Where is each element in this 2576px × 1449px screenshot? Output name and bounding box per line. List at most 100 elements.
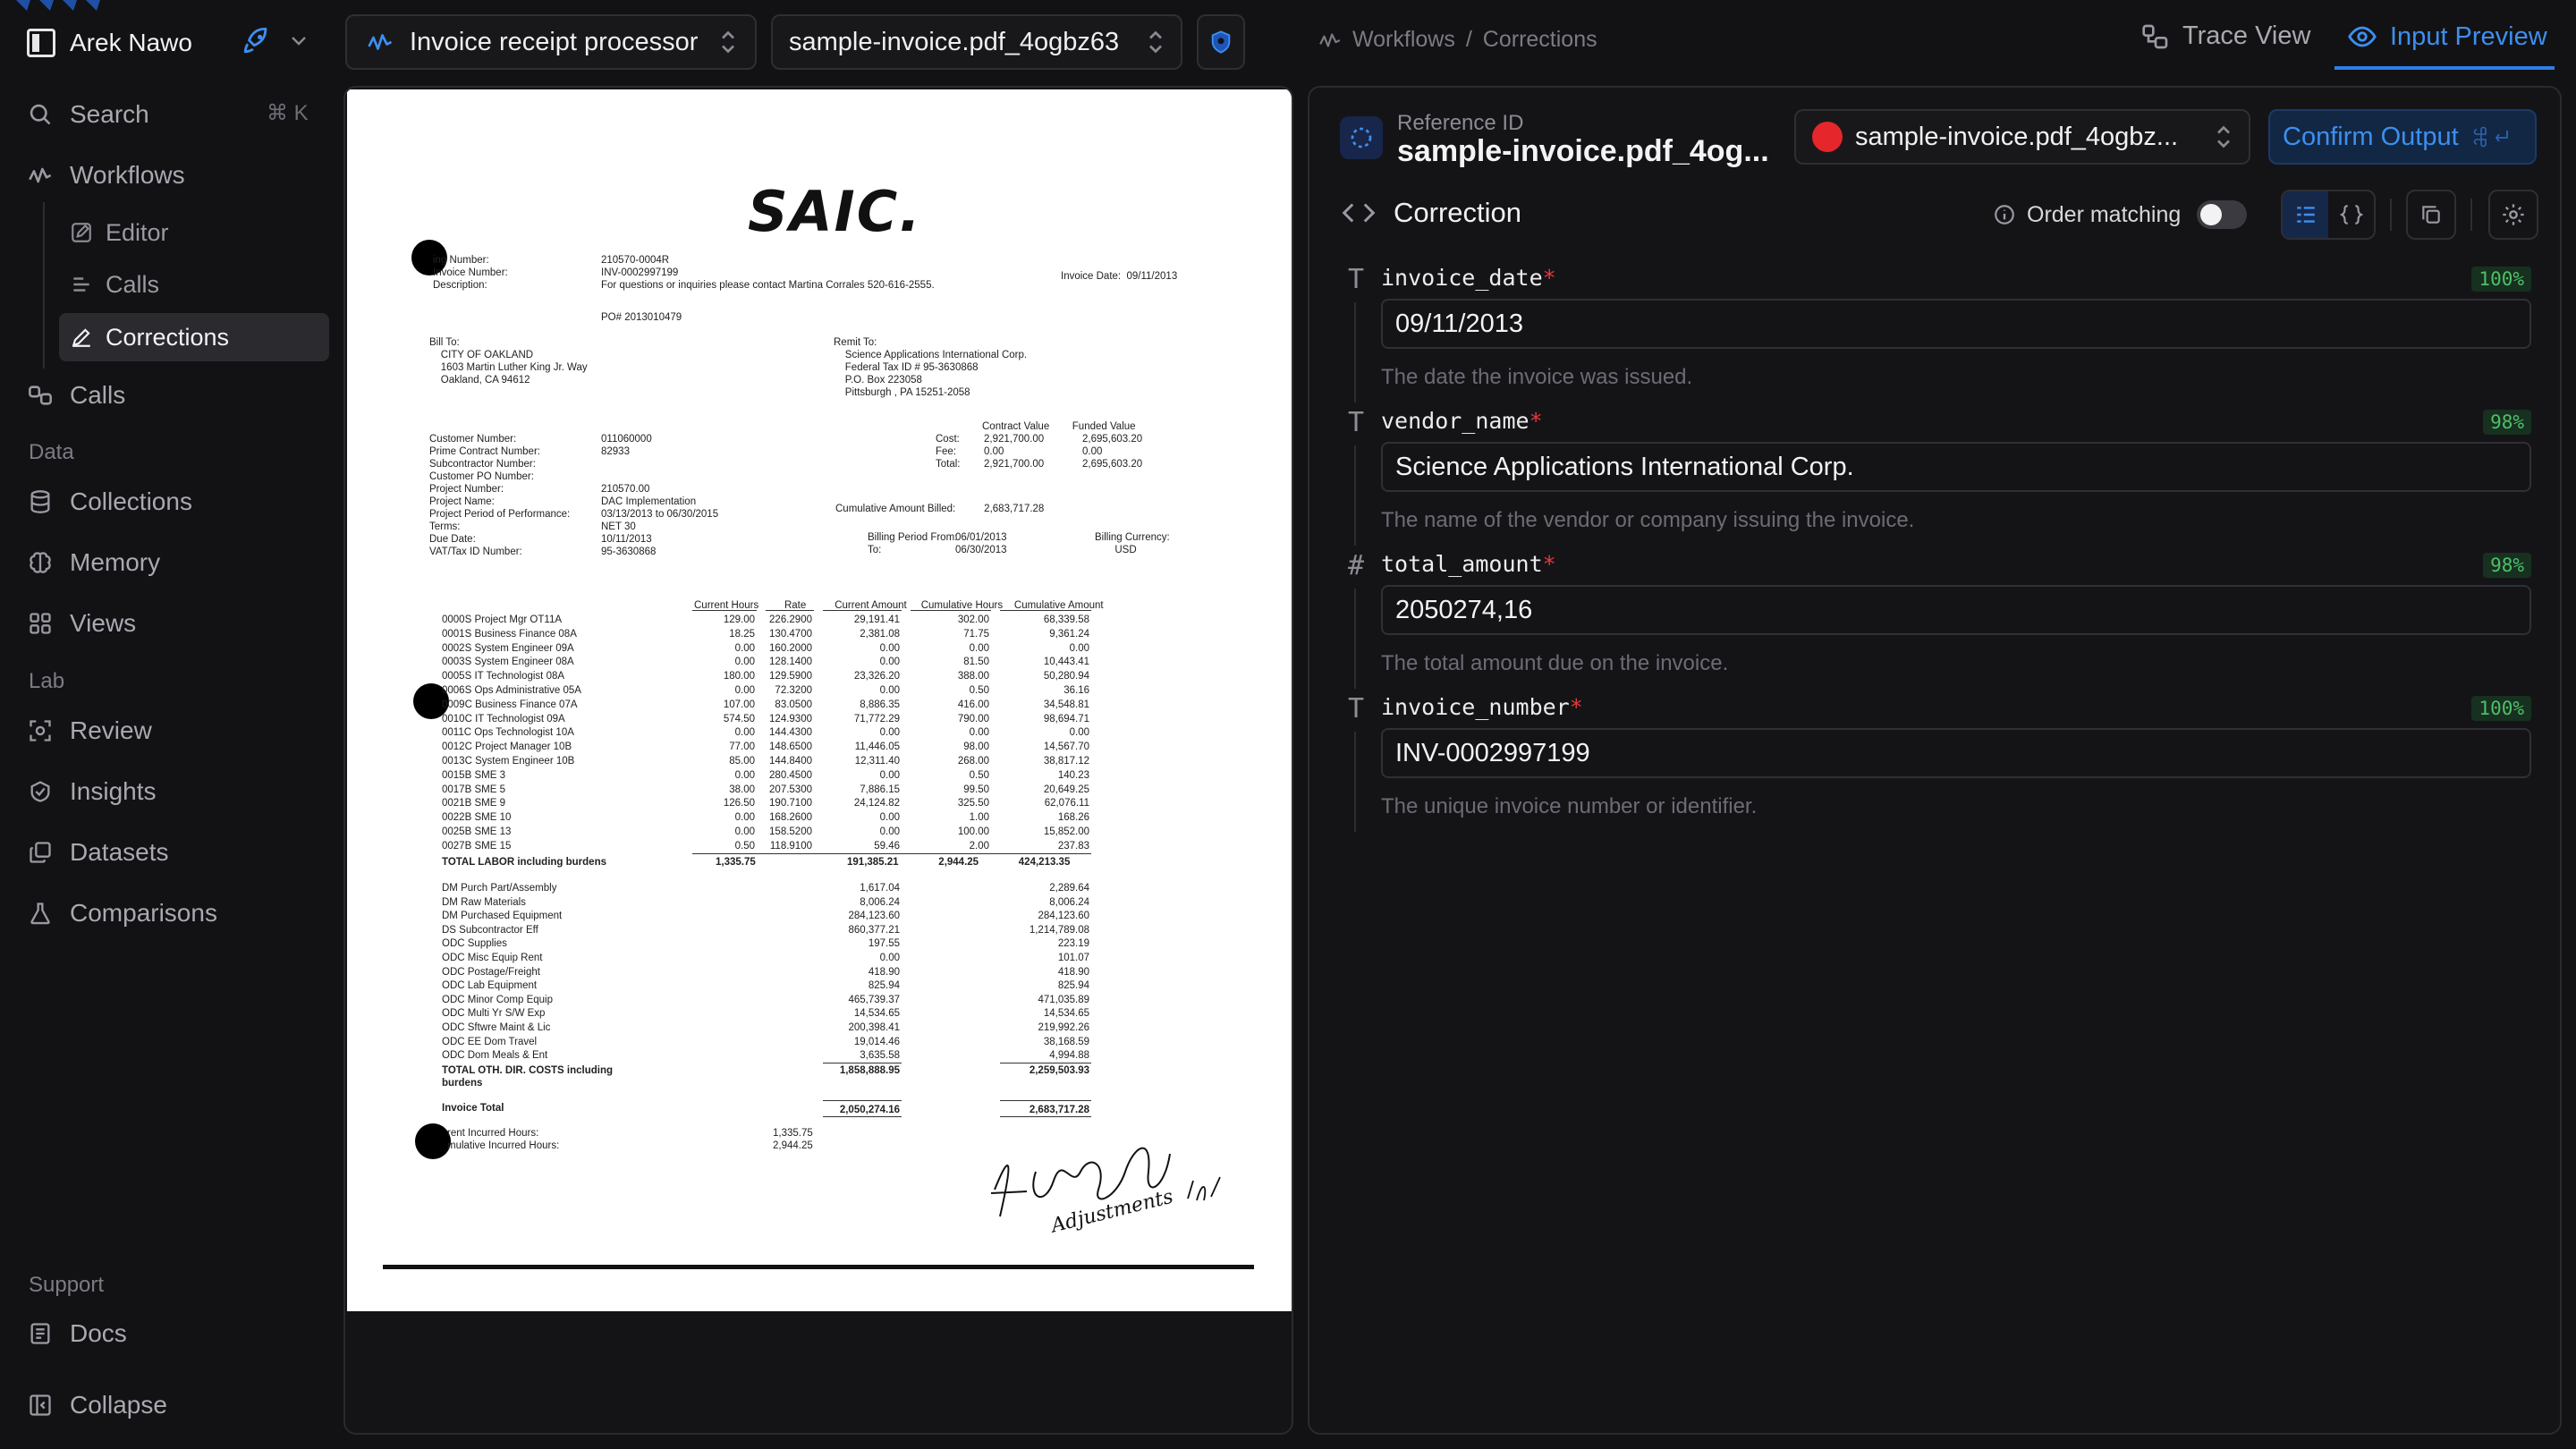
sidebar-item-docs[interactable]: Docs [27, 1314, 127, 1353]
sidebar-item-label: Corrections [106, 323, 230, 351]
tab-input-preview[interactable]: Input Preview [2347, 21, 2547, 52]
tab-trace-view[interactable]: Trace View [2141, 21, 2310, 51]
field-name: invoice_date* [1381, 265, 1556, 291]
sidebar-item-review[interactable]: Review [27, 711, 152, 750]
rocket-icon[interactable] [242, 25, 272, 55]
copy-button[interactable] [2406, 190, 2456, 240]
invoice-date-text: Invoice Date: 09/11/2013 [1061, 271, 1178, 282]
labor-rates: 226.2900 130.4700 160.2000 128.1400 129.… [769, 614, 812, 852]
contract-header: Contract Value Funded Value [982, 421, 1136, 432]
processor-select[interactable]: Invoice receipt processor [345, 14, 757, 70]
view-mode-toggle [2281, 190, 2376, 240]
sidebar-item-memory[interactable]: Memory [27, 543, 160, 582]
eye-icon [2348, 26, 2377, 47]
sidebar-item-views[interactable]: Views [27, 604, 136, 643]
trace-icon [2142, 24, 2168, 48]
correction-panel: Reference ID sample-invoice.pdf_4og... s… [1308, 86, 2562, 1435]
customer-labels: Customer Number: Prime Contract Number: … [429, 434, 571, 557]
confidence-badge: 98% [2483, 553, 2531, 578]
sidebar-item-calls[interactable]: Calls [27, 376, 125, 415]
labor-cum-amounts: 68,339.58 9,361.24 0.00 10,443.41 50,280… [1043, 614, 1089, 852]
rule [692, 853, 1091, 854]
invoice-total-label: Invoice Total [442, 1103, 504, 1114]
sidebar-item-comparisons[interactable]: Comparisons [27, 894, 217, 933]
chevron-down-icon[interactable] [288, 30, 309, 51]
remit-to-block: Remit To: Science Applications Internati… [834, 337, 1028, 398]
confidence-badge: 100% [2471, 267, 2531, 292]
field-guide-line [1354, 445, 1356, 546]
sidebar-item-datasets[interactable]: Datasets [27, 833, 169, 872]
workflow-icon [1319, 32, 1341, 47]
field-value-input[interactable]: 09/11/2013 [1381, 299, 2531, 349]
field-guide-line [1354, 589, 1356, 689]
invoice-header-labels: ing Number: Invoice Number: Description: [433, 255, 508, 291]
invoice-header-values: 210570-0004R INV-0002997199 For question… [601, 255, 935, 291]
output-file-select[interactable]: sample-invoice.pdf_4ogbz... [1794, 109, 2250, 165]
status-dot [1812, 122, 1843, 152]
labor-line-names: 0000S Project Mgr OT11A 0001S Business F… [442, 614, 581, 852]
file-name: sample-invoice.pdf_4ogbz63 [789, 27, 1120, 56]
saic-logo: SAIC. [748, 179, 922, 244]
field-name-text: total_amount [1381, 551, 1543, 577]
sidebar-item-corrections[interactable]: Corrections [59, 313, 329, 361]
sidebar-item-workflows[interactable]: Workflows [27, 156, 185, 195]
braces-icon [2339, 205, 2363, 225]
code-brackets-icon [1342, 203, 1376, 223]
labor-cum-hours: 302.00 71.75 0.00 81.50 388.00 0.50 416.… [957, 614, 989, 852]
invoice-total-cumulative: 2,683,717.28 [1029, 1105, 1089, 1115]
sidebar-item-insights[interactable]: Insights [27, 772, 157, 811]
invoice-total-amount: 2,050,274.16 [839, 1105, 900, 1115]
sidebar-collapse-button[interactable]: Collapse [27, 1385, 167, 1425]
field-value-input[interactable]: Science Applications International Corp. [1381, 442, 2531, 492]
brain-icon [27, 549, 54, 576]
rule [823, 1100, 902, 1101]
number-type-icon: # [1347, 549, 1365, 581]
shield-button[interactable] [1197, 14, 1245, 70]
list-tree-icon [2296, 207, 2315, 223]
required-marker: * [1569, 694, 1583, 720]
sidebar-item-calls-sub[interactable]: Calls [59, 260, 329, 309]
confirm-output-button[interactable]: Confirm Output [2268, 109, 2537, 165]
text-type-icon: T [1347, 406, 1365, 438]
labor-total-label: TOTAL LABOR including burdens [442, 857, 606, 868]
sidebar-item-label: Collections [70, 487, 192, 515]
workspace-name: Arek Nawo [70, 29, 192, 56]
odc-amounts: 1,617.04 8,006.24 284,123.60 860,377.21 … [848, 883, 900, 1062]
breadcrumb-workflows[interactable]: Workflows [1352, 27, 1455, 53]
sidebar-item-collections[interactable]: Collections [27, 482, 192, 521]
breadcrumb: Workflows / Corrections [1318, 27, 1597, 53]
cumulative-billed: Cumulative Amount Billed: 2,683,717.28 [835, 504, 1045, 514]
order-matching-toggle[interactable] [2197, 200, 2248, 229]
field-name-text: invoice_number [1381, 694, 1570, 720]
sidebar-item-label: Calls [106, 270, 160, 298]
settings-button[interactable] [2488, 190, 2538, 240]
field-guide-line [1354, 302, 1356, 402]
book-icon [27, 1320, 54, 1347]
loading-circle-icon [1340, 116, 1383, 159]
json-view-button[interactable] [2328, 191, 2374, 238]
sidebar-item-editor[interactable]: Editor [59, 208, 329, 257]
tree-line [43, 202, 45, 369]
workspace-switcher[interactable]: Arek Nawo [27, 25, 192, 61]
calls-icon [73, 277, 89, 292]
breadcrumb-corrections[interactable]: Corrections [1483, 27, 1597, 53]
field-guide-line [1354, 732, 1356, 832]
link-icon [27, 382, 54, 409]
tree-view-button[interactable] [2283, 191, 2328, 238]
labor-hours: 129.00 18.25 0.00 0.00 180.00 0.00 107.0… [723, 614, 755, 852]
correction-title: Correction [1394, 197, 1521, 228]
field-value-input[interactable]: 2050274,16 [1381, 585, 2531, 635]
order-matching-label: Order matching [2027, 201, 2182, 227]
odc-total-cumulative: 2,259,503.93 [1029, 1065, 1089, 1076]
reference-id-label: Reference ID [1397, 111, 1524, 135]
required-marker: * [1542, 265, 1556, 291]
sidebar-item-search[interactable]: Search [27, 95, 149, 134]
field-value-input[interactable]: INV-0002997199 [1381, 728, 2531, 778]
handwritten-signature [990, 1147, 1221, 1217]
file-select[interactable]: sample-invoice.pdf_4ogbz63 [771, 14, 1182, 70]
invoice-document: SAIC. ing Number: Invoice Number: Descri… [347, 89, 1292, 1311]
active-tab-indicator [2334, 66, 2555, 70]
workflow-icon [27, 162, 54, 189]
sidebar-item-label: Calls [70, 381, 126, 409]
billing-period-dates: 06/01/2013 06/30/2013 [955, 532, 1007, 555]
